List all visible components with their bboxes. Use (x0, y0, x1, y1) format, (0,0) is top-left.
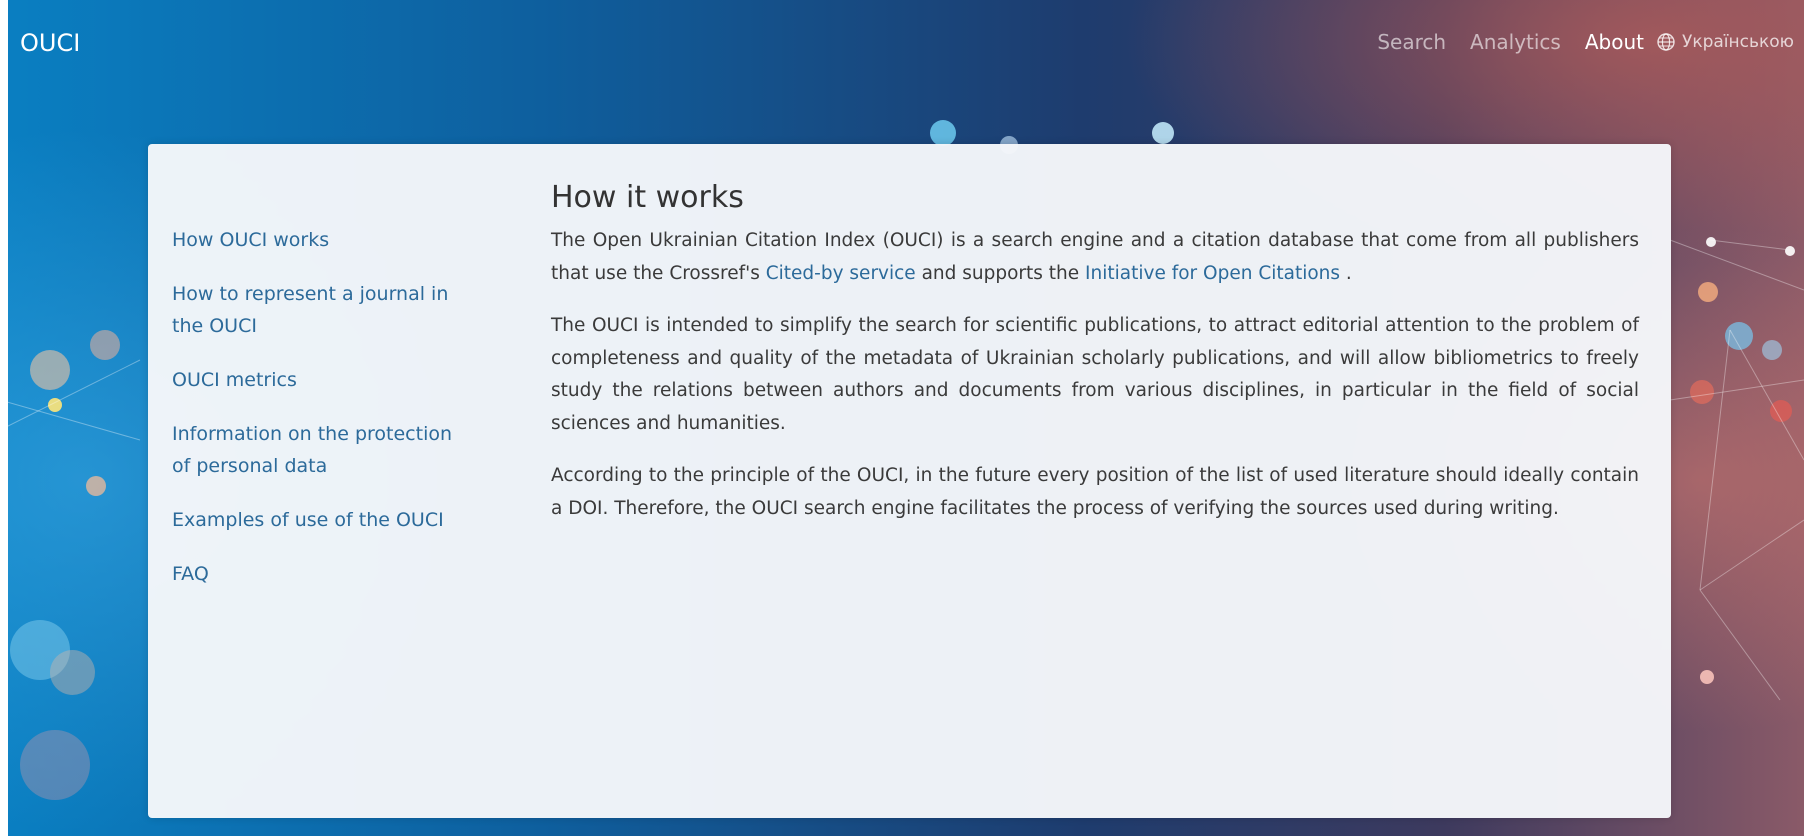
open-citations-link[interactable]: Initiative for Open Citations (1085, 263, 1340, 284)
nav-links: Search Analytics About (1377, 30, 1644, 54)
brand-logo[interactable]: OUCI (20, 29, 80, 57)
cited-by-service-link[interactable]: Cited-by service (766, 263, 916, 284)
about-card: How OUCI works How to represent a journa… (148, 144, 1671, 818)
globe-icon (1657, 33, 1675, 51)
nav-about[interactable]: About (1585, 30, 1644, 54)
top-navbar: OUCI Search Analytics About Українською (8, 8, 1804, 78)
doi-paragraph: According to the principle of the OUCI, … (551, 465, 1639, 519)
language-label: Українською (1681, 32, 1794, 52)
sidebar-item-examples[interactable]: Examples of use of the OUCI (172, 504, 472, 536)
purpose-paragraph: The OUCI is intended to simplify the sea… (551, 315, 1639, 434)
page-background: OUCI Search Analytics About Українською … (0, 0, 1804, 836)
language-switcher[interactable]: Українською (1656, 32, 1794, 52)
page-title: How it works (551, 180, 744, 215)
sidebar-item-faq[interactable]: FAQ (172, 558, 472, 590)
sidebar-item-metrics[interactable]: OUCI metrics (172, 364, 472, 396)
about-content: How it works The Open Ukrainian Citation… (551, 180, 1639, 545)
sidebar-item-how-ouci-works[interactable]: How OUCI works (172, 224, 472, 256)
sidebar-item-represent-journal[interactable]: How to represent a journal in the OUCI (172, 278, 472, 342)
intro-text-c: . (1340, 262, 1352, 284)
nav-search[interactable]: Search (1377, 30, 1446, 54)
nav-analytics[interactable]: Analytics (1470, 30, 1561, 54)
sidebar-item-personal-data[interactable]: Information on the protection of persona… (172, 418, 472, 482)
about-sidebar: How OUCI works How to represent a journa… (172, 224, 472, 612)
intro-paragraph: The Open Ukrainian Citation Index (OUCI)… (551, 225, 1639, 290)
window-edge (0, 0, 8, 836)
intro-text-b: and supports the (915, 262, 1086, 284)
